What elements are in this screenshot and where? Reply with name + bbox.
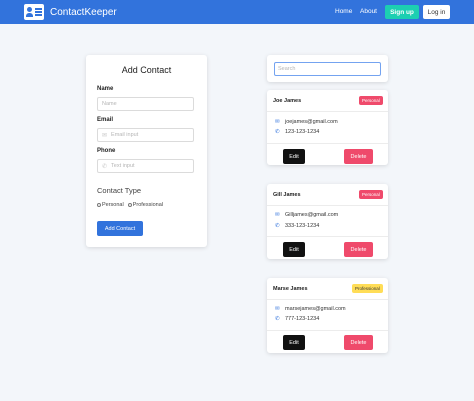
signup-button[interactable]: Sign up [385, 5, 419, 19]
contact-phone-row: ✆ 333-123-1234 [275, 223, 319, 229]
contact-email: Gilljames@gmail.com [285, 212, 339, 218]
search-placeholder: Search [278, 66, 296, 72]
phone-icon: ✆ [275, 223, 280, 229]
contact-card: Joe James Personal ✉ joejames@gmail.com … [267, 90, 388, 165]
phone-icon: ✆ [102, 163, 108, 170]
contact-email-row: ✉ joejames@gmail.com [275, 119, 338, 125]
envelope-icon: ✉ [102, 132, 108, 139]
nav-link-home[interactable]: Home [335, 8, 352, 15]
contact-email: joejames@gmail.com [285, 119, 338, 125]
edit-button[interactable]: Edit [283, 242, 305, 257]
delete-button[interactable]: Delete [344, 242, 373, 257]
radio-circle-icon [127, 202, 132, 207]
name-label: Name [97, 86, 114, 92]
contact-email-row: ✉ marsejames@gmail.com [275, 306, 346, 312]
card-divider [267, 143, 388, 144]
radio-professional[interactable]: Professional [127, 202, 163, 208]
contact-phone: 777-123-1234 [285, 316, 320, 322]
phone-label: Phone [97, 148, 116, 154]
card-divider [267, 205, 388, 206]
radio-circle-icon [97, 202, 101, 207]
contact-phone: 333-123-1234 [285, 223, 320, 229]
contact-name: Marse James [273, 286, 308, 292]
card-divider [267, 330, 388, 331]
search-card: Search [267, 55, 388, 82]
card-divider [267, 299, 388, 300]
add-contact-button[interactable]: Add Contact [97, 221, 143, 236]
contact-email-row: ✉ Gilljames@gmail.com [275, 212, 338, 218]
contact-type-badge: Personal [359, 96, 383, 105]
card-divider [267, 236, 388, 237]
envelope-icon: ✉ [275, 119, 280, 125]
contact-type-badge: Professional [352, 284, 383, 293]
phone-field-placeholder: Text input [111, 163, 135, 169]
contact-type-options: Personal Professional [97, 202, 163, 208]
contact-type-label: Contact Type [97, 186, 142, 195]
phone-field[interactable]: ✆ Text input [97, 159, 194, 173]
phone-icon: ✆ [275, 129, 280, 135]
contact-card-icon [24, 4, 44, 20]
envelope-icon: ✉ [275, 212, 280, 218]
contact-email: marsejames@gmail.com [285, 306, 346, 312]
radio-professional-label: Professional [132, 202, 163, 208]
radio-personal-label: Personal [102, 202, 124, 208]
contact-phone-row: ✆ 123-123-1234 [275, 129, 319, 135]
contact-name: Joe James [273, 98, 302, 104]
add-contact-form: Add Contact Name Name Email ✉ Email inpu… [86, 55, 207, 247]
contact-card: Gill James Personal ✉ Gilljames@gmail.co… [267, 184, 388, 259]
phone-icon: ✆ [275, 316, 280, 322]
card-divider [267, 111, 388, 112]
name-field-placeholder: Name [102, 101, 117, 107]
delete-button[interactable]: Delete [344, 335, 373, 350]
delete-button[interactable]: Delete [344, 149, 373, 164]
navbar: ContactKeeper Home About Sign up Log in [0, 0, 474, 24]
contact-name: Gill James [273, 192, 301, 198]
form-title: Add Contact [121, 65, 172, 75]
edit-button[interactable]: Edit [283, 335, 305, 350]
contact-phone: 123-123-1234 [285, 129, 320, 135]
contact-phone-row: ✆ 777-123-1234 [275, 316, 319, 322]
nav-link-about[interactable]: About [360, 8, 377, 15]
login-button[interactable]: Log in [423, 5, 450, 19]
email-field-placeholder: Email input [111, 132, 139, 138]
contact-card: Marse James Professional ✉ marsejames@gm… [267, 278, 388, 353]
email-label: Email [97, 117, 114, 123]
radio-personal[interactable]: Personal [97, 202, 124, 208]
search-input[interactable]: Search [274, 62, 381, 76]
name-field[interactable]: Name [97, 97, 194, 111]
contact-type-badge: Personal [359, 190, 383, 199]
email-field[interactable]: ✉ Email input [97, 128, 194, 142]
edit-button[interactable]: Edit [283, 149, 305, 164]
envelope-icon: ✉ [275, 306, 280, 312]
brand[interactable]: ContactKeeper [24, 4, 117, 20]
brand-title: ContactKeeper [50, 6, 117, 18]
